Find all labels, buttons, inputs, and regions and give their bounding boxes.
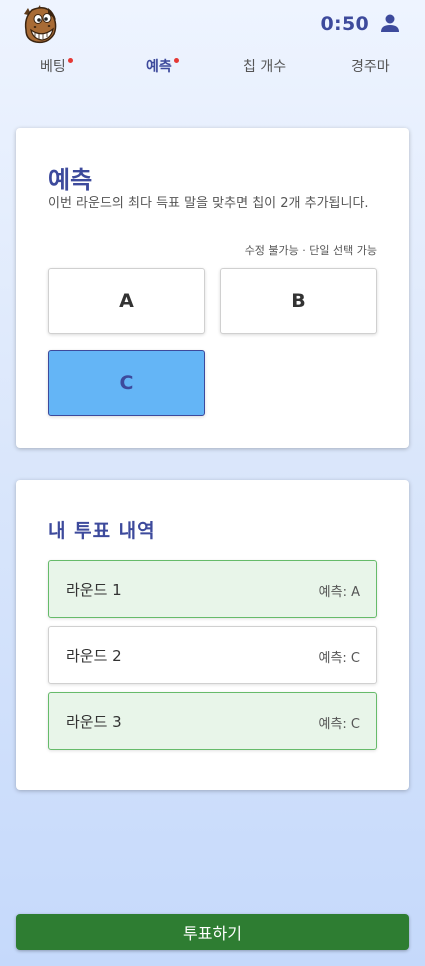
- vote-history-row: 라운드 1 예측: A: [48, 560, 377, 618]
- prediction-value: 예측: A: [318, 585, 360, 600]
- option-a-button[interactable]: A: [48, 268, 205, 334]
- round-label: 라운드 2: [66, 647, 122, 665]
- prediction-card: 예측 이번 라운드의 최다 득표 말을 맞추면 칩이 2개 추가됩니다. 수정 …: [16, 128, 409, 448]
- notification-dot: [67, 58, 73, 63]
- app-header: 0:50: [0, 0, 425, 52]
- prediction-note: 수정 불가능 · 단일 선택 가능: [244, 244, 377, 257]
- prediction-value: 예측: C: [318, 651, 360, 666]
- option-c-button[interactable]: C: [48, 350, 205, 416]
- tab-racehorse[interactable]: 경주마: [351, 56, 390, 76]
- prediction-value: 예측: C: [318, 717, 360, 732]
- user-icon[interactable]: [379, 12, 401, 34]
- round-timer: 0:50: [320, 13, 369, 35]
- tab-betting-label: 베팅: [40, 59, 66, 75]
- tab-prediction-label: 예측: [146, 59, 172, 75]
- vote-history-row: 라운드 3 예측: C: [48, 692, 377, 750]
- tab-prediction[interactable]: 예측: [146, 56, 179, 76]
- vote-history-row: 라운드 2 예측: C: [48, 626, 377, 684]
- round-label: 라운드 3: [66, 713, 122, 731]
- tab-nav: 베팅 예측 칩 개수 경주마: [0, 52, 425, 82]
- vote-button[interactable]: 투표하기: [16, 914, 409, 950]
- notification-dot: [173, 58, 179, 63]
- prediction-title: 예측: [48, 166, 93, 194]
- prediction-description: 이번 라운드의 최다 득표 말을 맞추면 칩이 2개 추가됩니다.: [48, 196, 369, 211]
- tab-betting[interactable]: 베팅: [40, 56, 73, 76]
- tab-chip-count[interactable]: 칩 개수: [243, 56, 286, 76]
- round-label: 라운드 1: [66, 581, 122, 599]
- vote-history-card: 내 투표 내역 라운드 1 예측: A 라운드 2 예측: C 라운드 3 예측…: [16, 480, 409, 790]
- horse-mascot-icon[interactable]: [18, 2, 62, 46]
- option-b-button[interactable]: B: [220, 268, 377, 334]
- vote-history-title: 내 투표 내역: [48, 520, 156, 542]
- tab-chip-count-label: 칩 개수: [243, 59, 287, 75]
- tab-racehorse-label: 경주마: [351, 59, 390, 75]
